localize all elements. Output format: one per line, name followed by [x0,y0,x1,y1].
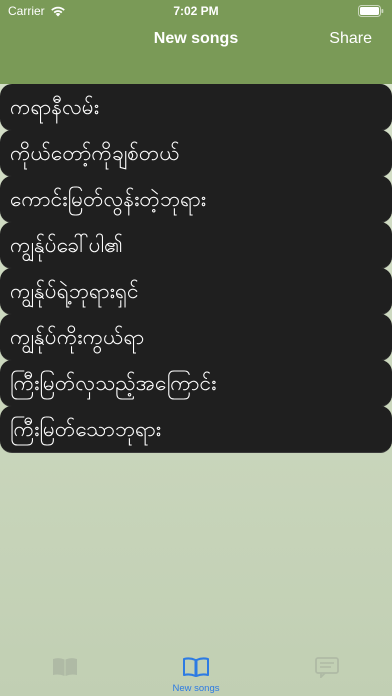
status-time: 7:02 PM [173,4,219,18]
song-list-item[interactable]: ကရာနီလမ်း [0,84,392,131]
open-book-icon [183,657,209,677]
tab-new-songs[interactable]: New songs [131,646,261,696]
song-list-item[interactable]: ကျွန်ုပ်ကိုးကွယ်ရာ [0,314,392,361]
book-icon [53,658,77,676]
tab-bar: New songs [0,646,392,696]
tab-library[interactable] [0,646,130,696]
song-list-item[interactable]: ကျွန်ုပ်ရဲ့ဘုရားရှင် [0,268,392,315]
song-list-item[interactable]: ကြီးမြတ်လှသည့်အကြောင်း [0,360,392,407]
song-list-item[interactable]: ကြီးမြတ်သောဘုရား [0,406,392,453]
battery-icon [358,5,384,17]
song-list-item[interactable]: ကောင်းမြတ်လွန်းတဲ့ဘုရား [0,176,392,223]
song-list: ကရာနီလမ်း ကိုယ်တော့်ကိုချစ်တယ် ကောင်းမြတ… [0,84,392,453]
status-bar: Carrier 7:02 PM [0,0,392,22]
tab-label: New songs [172,683,220,694]
app-screen: Carrier 7:02 PM New songs Share ကရာနီလမ်… [0,0,392,696]
message-icon [315,657,339,678]
song-list-item[interactable]: ကျွန်ုပ်ခေါ်ပါ၏ [0,222,392,269]
navigation-header: Carrier 7:02 PM New songs Share [0,0,392,84]
tab-messages[interactable] [262,646,392,696]
song-list-item[interactable]: ကိုယ်တော့်ကိုချစ်တယ် [0,130,392,177]
share-button[interactable]: Share [329,30,372,48]
